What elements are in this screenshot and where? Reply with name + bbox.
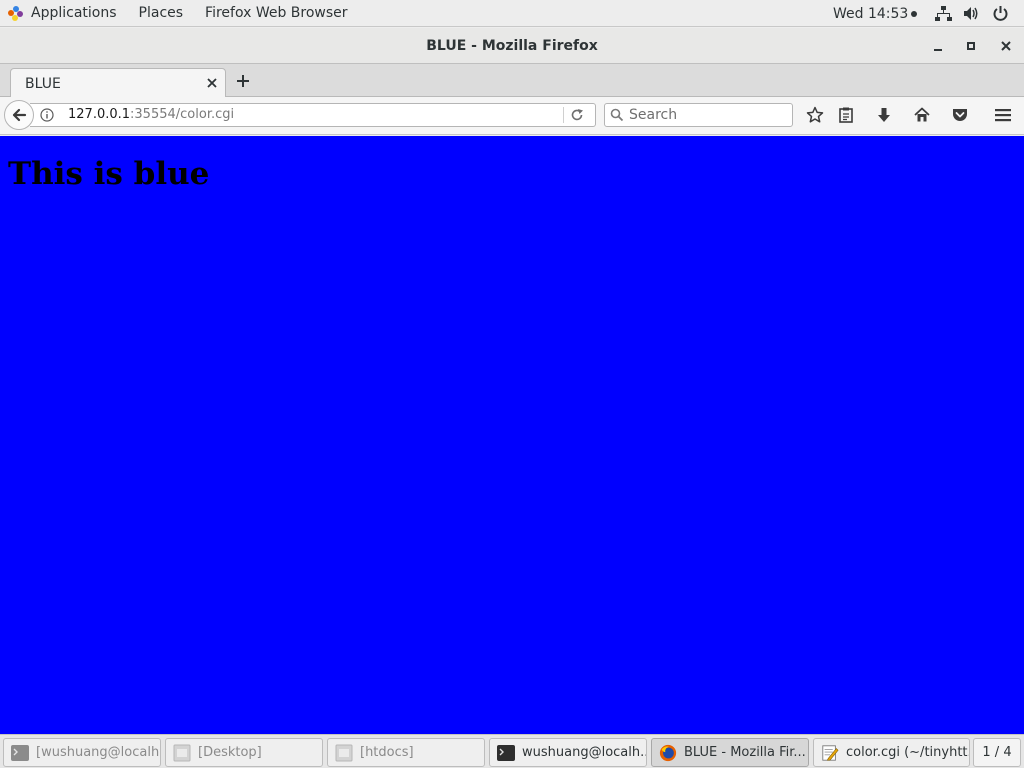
- back-button[interactable]: [4, 100, 34, 130]
- minimize-button[interactable]: [929, 37, 947, 55]
- taskbar-item-firefox[interactable]: BLUE - Mozilla Fir...: [651, 738, 809, 767]
- maximize-icon: [967, 42, 975, 50]
- window-list-taskbar: [wushuang@localh... [Desktop] [htdocs] w…: [0, 734, 1024, 768]
- terminal-icon: [11, 744, 29, 761]
- tab-blue[interactable]: BLUE: [10, 68, 226, 98]
- taskbar-item-label: [Desktop]: [198, 745, 262, 760]
- search-icon: [610, 108, 624, 122]
- firefox-icon: [659, 744, 677, 761]
- tab-close-button[interactable]: [205, 76, 219, 90]
- gnome-top-bar: Applications Places Firefox Web Browser …: [0, 0, 1024, 27]
- volume-icon[interactable]: [963, 5, 980, 22]
- url-bar-divider: [563, 107, 564, 123]
- taskbar-item-htdocs[interactable]: [htdocs]: [327, 738, 485, 767]
- site-info-icon[interactable]: [40, 108, 54, 122]
- workspace-label: 1 / 4: [982, 745, 1012, 760]
- taskbar-item-label: [htdocs]: [360, 745, 414, 760]
- network-icon[interactable]: [935, 5, 952, 22]
- window-title: BLUE - Mozilla Firefox: [426, 38, 598, 54]
- active-app-label: Firefox Web Browser: [205, 5, 348, 21]
- taskbar-item-terminal-minimized[interactable]: [wushuang@localh...: [3, 738, 161, 767]
- close-window-button[interactable]: [997, 37, 1015, 55]
- places-menu[interactable]: Places: [128, 0, 195, 27]
- url-bar[interactable]: 127.0.0.1:35554/color.cgi: [30, 103, 596, 127]
- active-app-menu[interactable]: Firefox Web Browser: [194, 0, 359, 27]
- pocket-icon[interactable]: [951, 106, 969, 124]
- taskbar-item-label: [wushuang@localh...: [36, 745, 161, 760]
- taskbar-item-label: wushuang@localh...: [522, 745, 647, 760]
- home-icon[interactable]: [913, 106, 931, 124]
- taskbar-item-text-editor[interactable]: color.cgi (~/tinyhtt...: [813, 738, 970, 767]
- places-label: Places: [138, 5, 184, 21]
- close-icon: [1001, 41, 1011, 51]
- notification-dot-icon: [911, 10, 918, 17]
- back-arrow-icon: [12, 108, 27, 122]
- applications-menu[interactable]: Applications: [0, 0, 128, 27]
- gnome-foot-icon: [8, 5, 23, 21]
- tab-label: BLUE: [25, 76, 61, 92]
- close-icon: [207, 78, 217, 88]
- applications-label: Applications: [31, 5, 117, 21]
- url-host: 127.0.0.1: [68, 107, 131, 122]
- navigation-toolbar: 127.0.0.1:35554/color.cgi Search: [0, 97, 1024, 135]
- window-titlebar[interactable]: BLUE - Mozilla Firefox: [0, 28, 1024, 64]
- reading-list-icon[interactable]: [837, 106, 855, 124]
- taskbar-item-desktop[interactable]: [Desktop]: [165, 738, 323, 767]
- search-bar[interactable]: Search: [604, 103, 793, 127]
- terminal-icon: [497, 744, 515, 761]
- plus-icon: [237, 75, 249, 87]
- folder-icon: [335, 744, 353, 761]
- search-placeholder: Search: [629, 107, 678, 123]
- page-content: This is blue: [0, 136, 1024, 734]
- page-heading: This is blue: [8, 156, 210, 192]
- maximize-button[interactable]: [962, 37, 980, 55]
- taskbar-item-label: BLUE - Mozilla Fir...: [684, 745, 806, 760]
- power-icon[interactable]: [992, 5, 1009, 22]
- taskbar-item-label: color.cgi (~/tinyhtt...: [846, 745, 970, 760]
- clock-label: Wed 14:53: [833, 5, 909, 22]
- text-editor-icon: [822, 744, 839, 761]
- url-path: :35554/color.cgi: [130, 107, 235, 122]
- folder-icon: [173, 744, 191, 761]
- clock[interactable]: Wed 14:53: [833, 0, 918, 27]
- bookmark-star-icon[interactable]: [806, 106, 824, 124]
- hamburger-menu-icon[interactable]: [994, 106, 1012, 124]
- taskbar-item-terminal[interactable]: wushuang@localh...: [489, 738, 647, 767]
- download-icon[interactable]: [875, 106, 893, 124]
- new-tab-button[interactable]: [234, 72, 252, 90]
- reload-icon[interactable]: [570, 108, 584, 122]
- url-text[interactable]: 127.0.0.1:35554/color.cgi: [68, 107, 234, 122]
- workspace-indicator[interactable]: 1 / 4: [973, 738, 1021, 767]
- minimize-icon: [934, 49, 942, 51]
- tab-strip: BLUE: [0, 64, 1024, 98]
